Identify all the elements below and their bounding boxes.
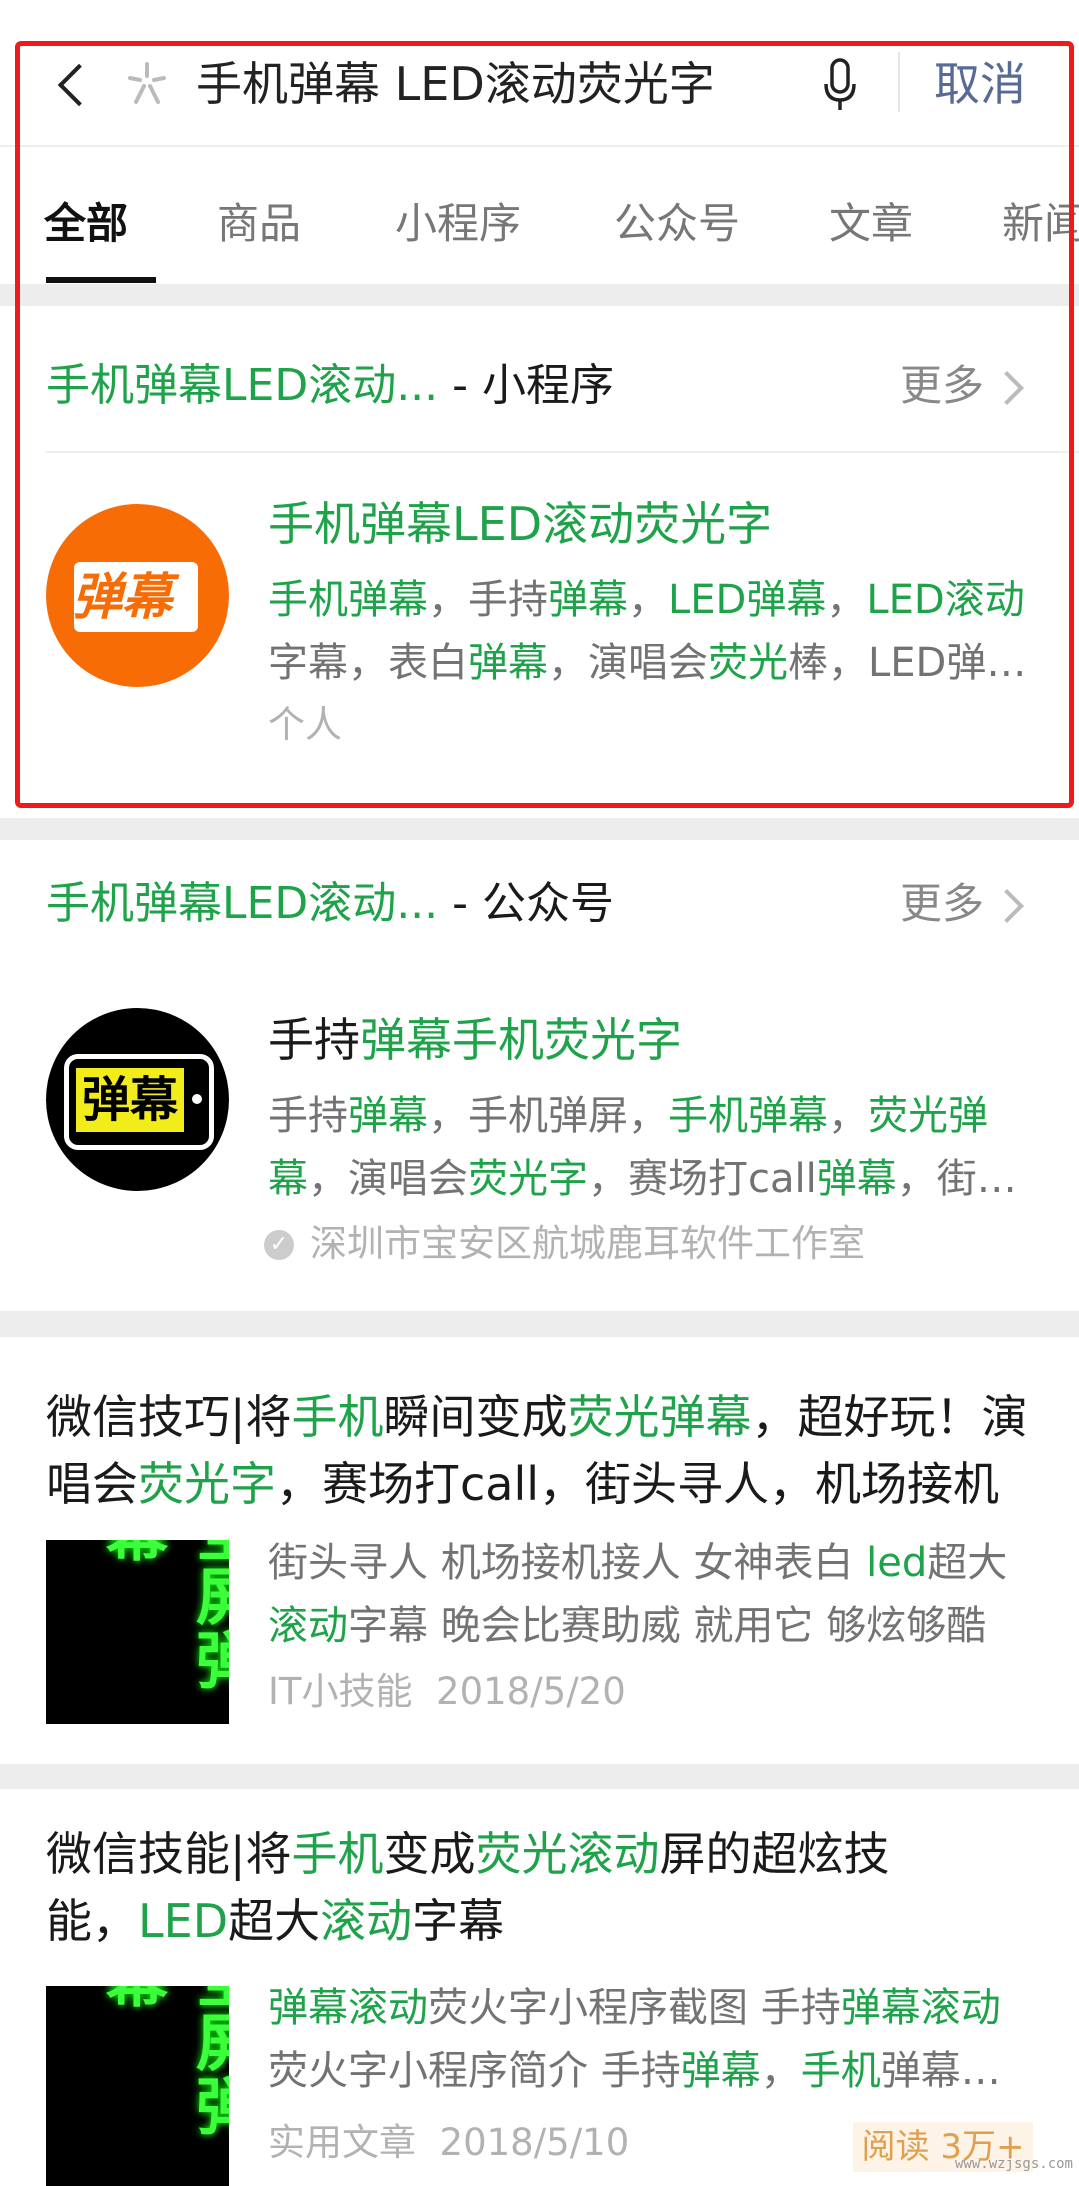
- section-gap: [0, 1311, 1079, 1337]
- verified-icon: ✓: [264, 1230, 294, 1260]
- highlighted-text: 手机: [291, 1827, 384, 1881]
- text-segment: 荧火字小程序截图 手持: [428, 1985, 841, 2031]
- text-segment: 超大: [228, 1894, 321, 1948]
- highlighted-text: 弹幕滚动: [268, 1985, 428, 2031]
- highlighted-text: 荧光字: [468, 1156, 588, 1202]
- annotation-highlight-box: [15, 41, 1074, 808]
- article-meta: 实用文章 2018/5/10: [268, 2118, 629, 2168]
- text-segment: 街头寻人 机场接机接人 女神表白: [268, 1540, 867, 1586]
- watermark: www.wzjsgs.com: [954, 2156, 1073, 2172]
- official-account-logo: 弹幕: [46, 1008, 229, 1191]
- thumbnail-text: 全屏弹幕: [95, 1540, 229, 1692]
- highlighted-text: 荧光字: [138, 1457, 276, 1511]
- highlighted-text: 弹幕: [816, 1156, 897, 1202]
- highlighted-text: 手机: [291, 1390, 384, 1444]
- article-title: 微信技能|将手机变成荧光滚动屏的超炫技能，LED超大滚动字幕: [46, 1821, 966, 1955]
- text-segment: ，: [760, 2048, 801, 2094]
- more-label: 更多: [900, 879, 985, 928]
- article-source: 实用文章: [268, 2121, 416, 2164]
- highlighted-text: 手机: [800, 2048, 881, 2094]
- text-segment: ，赛场打call: [588, 1156, 817, 1202]
- highlighted-text: 滚动: [268, 1603, 348, 1649]
- text-segment: 变成: [383, 1827, 476, 1881]
- text-segment: 字幕: [412, 1894, 505, 1948]
- result-title: 手持弹幕手机荧光字: [268, 1010, 1058, 1070]
- section-type: - 公众号: [438, 878, 615, 929]
- article-title: 微信技巧|将手机瞬间变成荧光弹幕，超好玩！演唱会荧光字，赛场打call，街头寻人…: [46, 1384, 1036, 1518]
- text-segment: 超大: [927, 1540, 1008, 1586]
- article-thumbnail: 全屏弹幕: [46, 1540, 229, 1724]
- logo-text: 弹幕: [76, 1068, 184, 1132]
- chevron-right-icon: [990, 889, 1024, 923]
- highlighted-text: 弹幕: [680, 2048, 761, 2094]
- thumbnail-text: 全屏弹幕: [95, 1986, 229, 2138]
- official-account-more-link[interactable]: 更多: [900, 874, 984, 934]
- highlighted-text: 手机弹幕: [668, 1093, 828, 1139]
- highlighted-text: 弹幕: [348, 1093, 428, 1139]
- article-thumbnail: 全屏弹幕: [46, 1986, 229, 2186]
- highlighted-text: LED: [138, 1894, 229, 1948]
- section-query: 手机弹幕LED滚动...: [46, 878, 439, 929]
- text-segment: 荧火字小程序简介 手持: [268, 2048, 681, 2094]
- section-gap: [0, 818, 1079, 840]
- verified-entity: 深圳市宝安区航城鹿耳软件工作室: [310, 1222, 865, 1265]
- text-segment: 瞬间变成: [383, 1390, 568, 1444]
- highlighted-text: 弹幕滚动: [840, 1985, 1001, 2031]
- text-segment: ，: [828, 1093, 868, 1139]
- highlighted-text: 荧光滚动: [475, 1827, 660, 1881]
- article-date: 2018/5/20: [436, 1670, 626, 1713]
- text-segment: ，演唱会: [308, 1156, 468, 1202]
- highlighted-text: 滚动: [320, 1894, 413, 1948]
- article-meta: IT小技能 2018/5/20: [268, 1667, 626, 1717]
- highlighted-text: led: [866, 1540, 928, 1586]
- official-account-section-header: 手机弹幕LED滚动... - 公众号: [46, 874, 614, 934]
- article-source: IT小技能: [268, 1670, 413, 1713]
- text-segment: 字幕 晚会比赛助威 就用它 够炫够酷: [348, 1603, 987, 1649]
- article-date: 2018/5/10: [439, 2121, 630, 2164]
- result-description: 手持弹幕，手机弹屏，手机弹幕，荧光弹幕，演唱会荧光字，赛场打call弹幕，街头寻…: [268, 1085, 1028, 1211]
- highlighted-text: 荧光弹幕: [567, 1390, 752, 1444]
- text-segment: ，手机弹屏，: [428, 1093, 668, 1139]
- text-segment: ，赛场打call，街头寻人，机场接机: [276, 1457, 1000, 1511]
- article-description: 街头寻人 机场接机接人 女神表白 led超大滚动字幕 晚会比赛助威 就用它 够炫…: [268, 1532, 1028, 1658]
- highlighted-text: 弹幕手机荧光字: [360, 1013, 682, 1067]
- article-description: 弹幕滚动荧火字小程序截图 手持弹幕滚动荧火字小程序简介 手持弹幕，手机弹幕滚动: [268, 1977, 1028, 2103]
- text-segment: 微信技能|将: [46, 1827, 292, 1881]
- text-segment: 微信技巧|将: [46, 1390, 292, 1444]
- text-segment: 手持: [268, 1013, 360, 1067]
- text-segment: 手持: [268, 1093, 348, 1139]
- section-gap: [0, 1764, 1079, 1789]
